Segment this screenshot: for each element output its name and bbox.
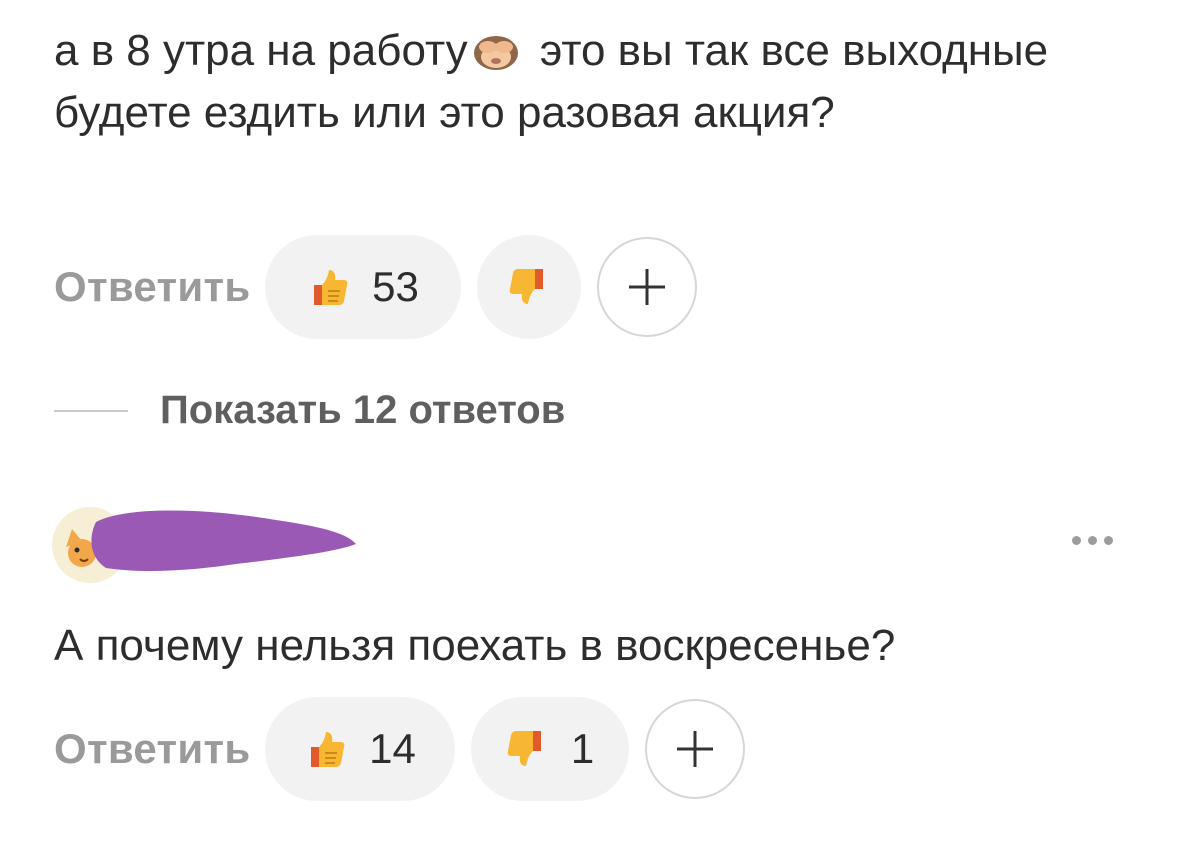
plus-icon xyxy=(676,731,713,767)
redacted-username xyxy=(91,510,356,571)
dislike-count: 1 xyxy=(570,725,595,772)
comment-1-text-start: а в 8 утра на работу xyxy=(54,26,468,75)
reply-link[interactable]: Ответить xyxy=(54,263,251,311)
like-count: 14 xyxy=(369,725,416,772)
like-button[interactable]: 53 xyxy=(264,235,461,339)
dislike-button[interactable]: 1 xyxy=(470,697,629,801)
add-reaction-button[interactable] xyxy=(644,699,745,799)
thumbs-down-icon xyxy=(507,731,541,766)
like-count: 53 xyxy=(372,263,419,310)
thumbs-up-icon xyxy=(314,270,348,305)
add-reaction-button[interactable] xyxy=(596,237,697,337)
show-replies-label[interactable]: Показать 12 ответов xyxy=(160,388,565,433)
see-no-evil-monkey-icon xyxy=(473,36,518,70)
dislike-button[interactable] xyxy=(476,235,581,339)
comment-2-text: А почему нельзя поехать в воскресенье? xyxy=(54,621,896,670)
dot-icon xyxy=(1088,536,1097,545)
reply-link[interactable]: Ответить xyxy=(54,725,251,773)
comment-1-text: а в 8 утра на работу это вы так все выхо… xyxy=(54,20,1134,144)
comment-2-actions: Ответить 14 1 xyxy=(54,697,745,801)
dot-icon xyxy=(1072,536,1081,545)
divider-line xyxy=(54,409,128,412)
comment-1-actions: Ответить 53 xyxy=(54,235,697,339)
dot-icon xyxy=(1104,536,1113,545)
show-replies-toggle[interactable]: Показать 12 ответов xyxy=(54,388,565,433)
more-options-button[interactable] xyxy=(1072,536,1113,545)
plus-icon xyxy=(628,269,665,305)
thumbs-up-icon xyxy=(311,732,345,767)
thumbs-down-icon xyxy=(509,269,543,304)
like-button[interactable]: 14 xyxy=(264,697,455,801)
